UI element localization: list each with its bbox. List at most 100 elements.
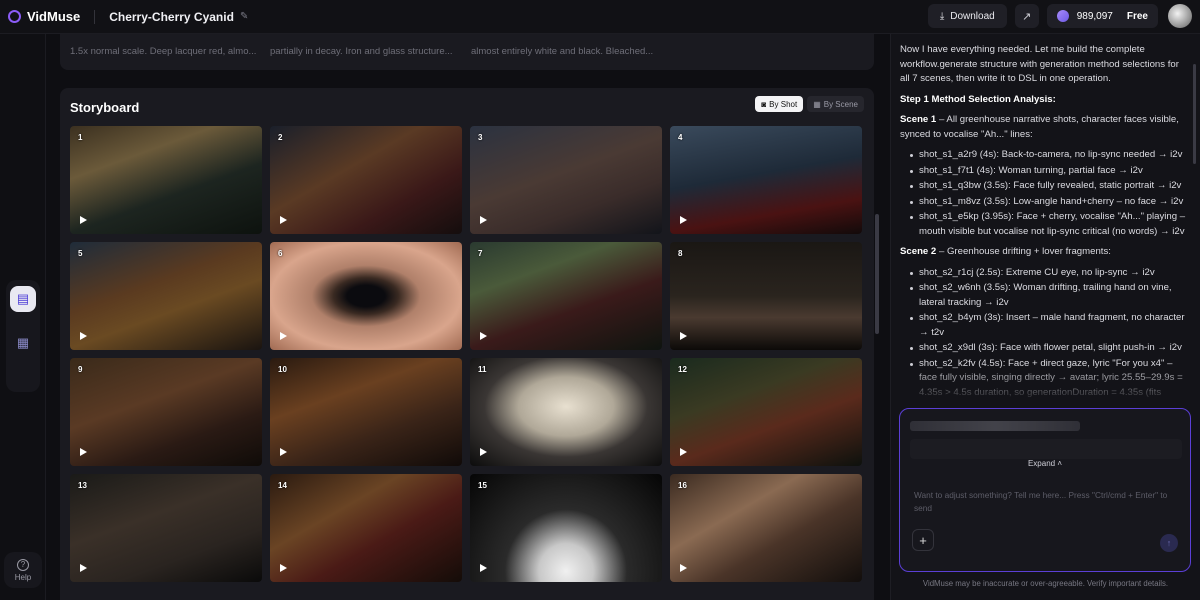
shot-thumbnail[interactable]: 13 [70,474,262,582]
expand-label: Expand [1027,459,1056,468]
scenes-nav-button[interactable]: ▦ [10,330,36,356]
message-composer: Expand ˄ Want to adjust something? Tell … [899,408,1191,572]
play-icon[interactable] [80,448,87,456]
chat-intro: Now I have everything needed. Let me bui… [900,44,1179,84]
play-icon[interactable] [680,448,687,456]
play-icon[interactable] [680,332,687,340]
shot-grid: 1 2 3 4 5 6 7 8 9 10 11 12 13 14 15 16 [70,126,862,582]
shot-thumbnail[interactable]: 1 [70,126,262,234]
shot-thumbnail[interactable]: 6 [270,242,462,350]
shot-number: 11 [478,365,487,374]
by-scene-button[interactable]: ▦ By Scene [807,96,864,112]
shot-analysis-item: shot_s1_e5kp (3.95s): Face + cherry, voc… [910,210,1190,239]
expand-toggle[interactable]: Expand ˄ [900,459,1190,468]
by-shot-button[interactable]: ◙ By Shot [755,96,804,112]
shot-number: 13 [78,481,87,490]
shot-number: 2 [278,133,283,142]
help-label: Help [14,572,32,582]
shot-analysis-item: shot_s1_q3bw (3.5s): Face fully revealed… [910,179,1190,194]
play-icon[interactable] [80,332,87,340]
plus-icon[interactable]: + [912,529,934,551]
shot-number: 3 [478,133,483,142]
shot-thumbnail[interactable]: 12 [670,358,862,466]
shot-thumbnail[interactable]: 7 [470,242,662,350]
storyboard-scrollbar[interactable] [875,214,879,334]
scene-2-desc: – Greenhouse drifting + lover fragments: [936,246,1111,257]
shot-thumbnail[interactable]: 5 [70,242,262,350]
shot-thumbnail[interactable]: 14 [270,474,462,582]
chat-messages: Now I have everything needed. Let me bui… [900,43,1190,401]
shot-number: 5 [78,249,83,258]
download-icon: ⤓ [939,10,945,22]
pencil-icon[interactable]: ✎ [240,11,248,22]
message-input[interactable]: Want to adjust something? Tell me here..… [914,489,1174,515]
play-icon[interactable] [680,564,687,572]
blurred-attachment [910,421,1080,431]
scene-description: almost entirely white and black. Bleache… [471,46,654,57]
download-label: Download [950,10,995,22]
shot-thumbnail[interactable]: 15 [470,474,662,582]
play-icon[interactable] [280,564,287,572]
shot-thumbnail[interactable]: 8 [670,242,862,350]
share-button[interactable]: ↗ [1014,4,1039,28]
divider [94,9,96,24]
play-icon[interactable] [680,216,687,224]
shot-thumbnail[interactable]: 2 [270,126,462,234]
shot-number: 7 [478,249,483,258]
shot-analysis-item: shot_s2_x9dl (3s): Face with flower peta… [910,341,1190,356]
shot-thumbnail[interactable]: 4 [670,126,862,234]
coin-icon [1056,10,1069,22]
scene-1-shot-list: shot_s1_a2r9 (4s): Back-to-camera, no li… [910,148,1190,239]
help-button[interactable]: ? Help [4,552,42,588]
chat-fade [891,364,1191,404]
chevron-up-icon: ˄ [1057,459,1063,468]
shot-thumbnail[interactable]: 9 [70,358,262,466]
grid-icon: ▦ [813,99,821,109]
shot-thumbnail[interactable]: 10 [270,358,462,466]
download-button[interactable]: ⤓ Download [927,4,1007,28]
credits-value: 989,097 [1076,10,1113,22]
disclaimer: VidMuse may be inaccurate or over-agreea… [922,579,1169,588]
question-icon: ? [17,558,29,571]
shot-number: 15 [478,481,487,490]
play-icon[interactable] [280,216,287,224]
top-bar: VidMuse Cherry-Cherry Cyanid ✎ ⤓ Downloa… [0,0,1200,34]
scene-2-title: Scene 2 [900,246,937,257]
film-icon: ▦ [16,335,30,350]
shot-number: 16 [678,481,687,490]
avatar[interactable] [1168,4,1192,28]
play-icon[interactable] [480,332,487,340]
view-toggle: ◙ By Shot ▦ By Scene [755,96,864,112]
main-area: 1.5x normal scale. Deep lacquer red, alm… [46,34,886,600]
shot-analysis-item: shot_s2_w6nh (3.5s): Woman drifting, tra… [910,281,1190,310]
play-icon[interactable] [480,216,487,224]
project-title[interactable]: Cherry-Cherry Cyanid [109,10,234,24]
play-icon[interactable] [280,448,287,456]
shot-number: 4 [678,133,683,142]
shot-number: 10 [278,365,287,374]
play-icon[interactable] [80,564,87,572]
scene-descriptions-panel: 1.5x normal scale. Deep lacquer red, alm… [60,34,874,70]
shot-analysis-item: shot_s2_b4ym (3s): Insert – male hand fr… [910,311,1190,340]
shot-thumbnail[interactable]: 3 [470,126,662,234]
by-shot-label: By Shot [769,99,798,109]
chat-scrollbar[interactable] [1193,64,1196,164]
shot-number: 14 [278,481,287,490]
arrow-up-icon: ↑ [1166,538,1172,548]
credits-badge[interactable]: 989,097 Free [1046,4,1158,28]
play-icon[interactable] [80,216,87,224]
shot-analysis-item: shot_s1_f7t1 (4s): Woman turning, partia… [910,164,1190,179]
scene-description: 1.5x normal scale. Deep lacquer red, alm… [70,46,257,57]
app-logo[interactable]: VidMuse [8,9,80,24]
play-icon[interactable] [480,564,487,572]
shot-analysis-item: shot_s2_r1cj (2.5s): Extreme CU eye, no … [910,266,1190,281]
shot-number: 1 [78,133,83,142]
play-icon[interactable] [280,332,287,340]
shot-thumbnail[interactable]: 16 [670,474,862,582]
plan-label: Free [1126,10,1148,22]
send-button[interactable]: ↑ [1160,534,1178,552]
play-icon[interactable] [480,448,487,456]
analysis-heading: Step 1 Method Selection Analysis: [900,93,1056,105]
shot-thumbnail[interactable]: 11 [470,358,662,466]
storyboard-nav-button[interactable]: ▤ [10,286,36,312]
